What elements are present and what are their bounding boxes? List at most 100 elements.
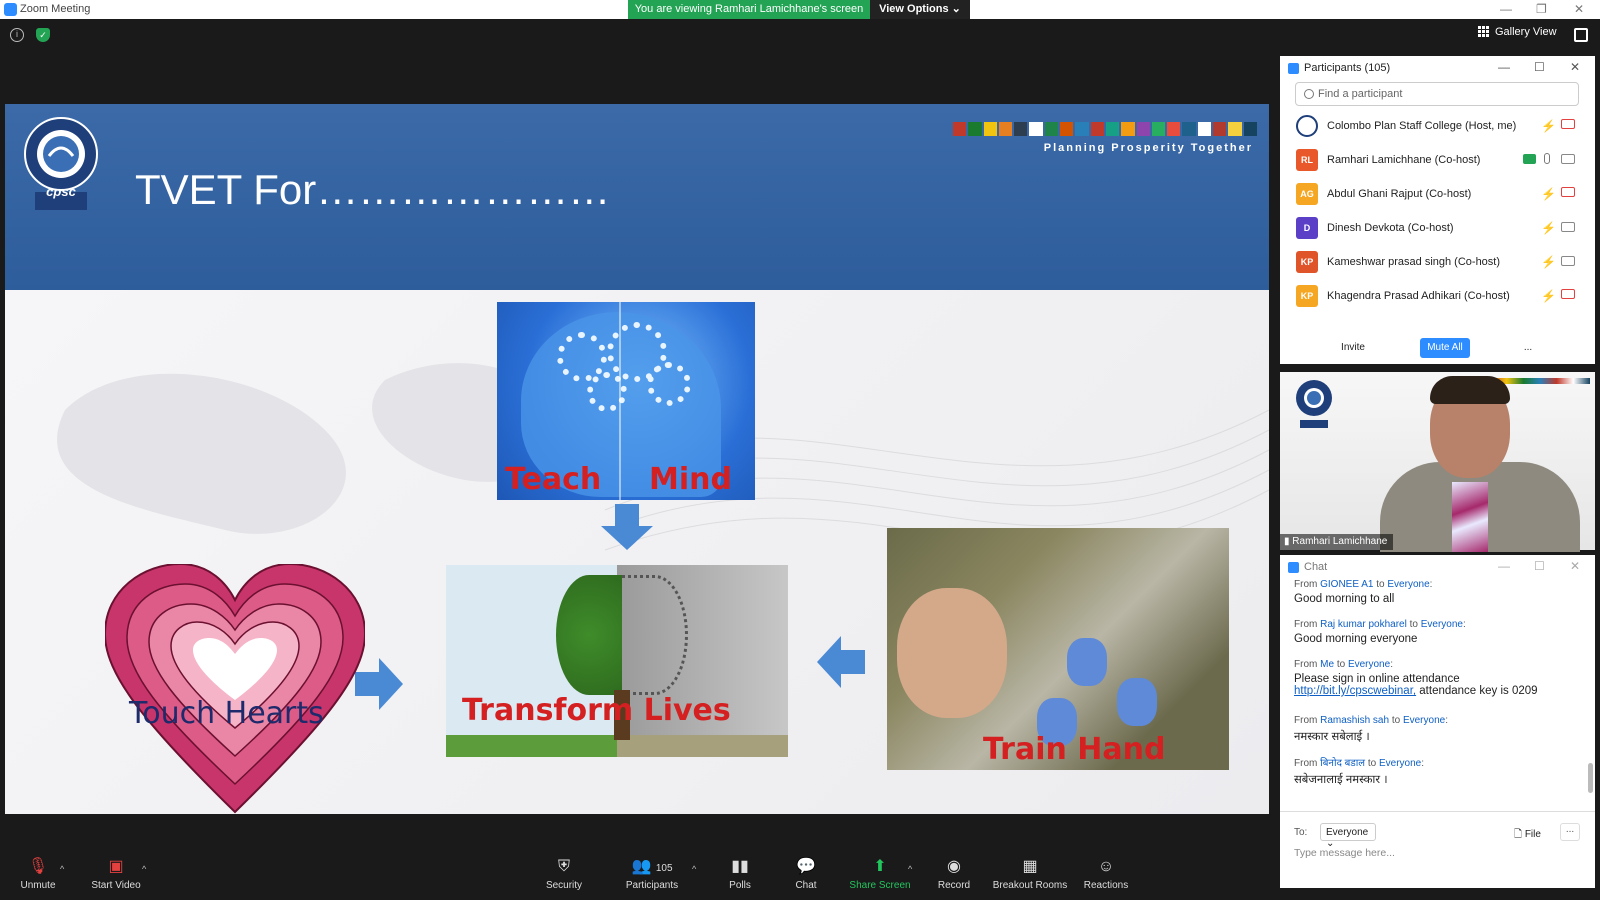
encryption-shield-icon[interactable]: ✓ — [36, 28, 50, 42]
video-tile[interactable]: ▮ Ramhari Lamichhane — [1280, 372, 1595, 552]
microphone-muted-icon[interactable]: ⚡ — [1541, 255, 1556, 269]
video-off-icon[interactable] — [1561, 289, 1575, 299]
share-banner: You are viewing Ramhari Lamichhane's scr… — [628, 0, 870, 19]
share-screen-button[interactable]: ⬆ Share Screen — [838, 858, 922, 891]
chat-sender[interactable]: GIONEE A1 — [1320, 579, 1373, 590]
breakout-rooms-icon: ▦ — [1022, 858, 1038, 875]
flag-icon — [1197, 122, 1212, 136]
close-chat-icon[interactable]: ✕ — [1570, 559, 1580, 573]
slide-title: TVET For………………… — [135, 166, 611, 213]
flag-icon — [1105, 122, 1120, 136]
participant-name: Khagendra Prasad Adhikari (Co-host) — [1327, 290, 1510, 302]
fullscreen-icon[interactable] — [1574, 28, 1588, 42]
chat-text: सबेजनालाई नमस्कार । — [1294, 774, 1388, 786]
chat-text-block: नमस्कार सबेलाई । — [1294, 729, 1589, 744]
caption-train-hand: Train Hand — [983, 732, 1166, 767]
security-button[interactable]: ⛨ Security — [522, 858, 606, 891]
view-options-label: View Options — [879, 3, 949, 15]
chat-message-input[interactable]: Type message here... — [1294, 847, 1395, 859]
chat-bubble-icon: 💬 — [796, 858, 816, 875]
recipient-dropdown[interactable]: Everyone ⌄ — [1320, 823, 1376, 849]
avatar: RL — [1296, 149, 1318, 171]
video-name: Ramhari Lamichhane — [1292, 536, 1388, 547]
tree-canopy-green — [556, 575, 622, 695]
participant-row[interactable]: Colombo Plan Staff College (Host, me) ⚡ — [1280, 110, 1595, 144]
chat-sender[interactable]: Me — [1320, 659, 1334, 670]
chat-text: नमस्कार सबेलाई । — [1294, 731, 1370, 743]
chat-sender[interactable]: Ramashish sah — [1320, 715, 1389, 726]
caption-teach: Teach — [505, 462, 602, 497]
participant-row[interactable]: D Dinesh Devkota (Co-host) ⚡ — [1280, 212, 1595, 246]
participant-row[interactable]: RL Ramhari Lamichhane (Co-host) — [1280, 144, 1595, 178]
gallery-view-button[interactable]: Gallery View — [1478, 26, 1557, 39]
chat-text-block: Good morning everyone — [1294, 633, 1589, 645]
video-options-caret-icon[interactable]: ^ — [142, 864, 146, 874]
participant-search-input[interactable]: Find a participant — [1295, 82, 1579, 106]
participants-caret-icon[interactable]: ^ — [692, 864, 696, 874]
microphone-muted-icon[interactable]: ⚡ — [1541, 289, 1556, 303]
mind-image: Teach Mind — [497, 302, 755, 500]
participant-name: Abdul Ghani Rajput (Co-host) — [1327, 188, 1472, 200]
minimize-panel-icon[interactable]: — — [1498, 60, 1510, 74]
glove — [1117, 678, 1157, 726]
video-off-icon[interactable] — [1561, 187, 1575, 197]
flag-icon — [1060, 122, 1074, 136]
video-camera-icon[interactable] — [1561, 256, 1575, 266]
minimize-chat-icon[interactable]: — — [1498, 559, 1510, 573]
unmute-button[interactable]: 🎙 Unmute — [0, 858, 80, 891]
invite-button[interactable]: Invite — [1330, 338, 1376, 358]
caption-mind: Mind — [649, 462, 732, 497]
video-camera-icon[interactable] — [1561, 222, 1575, 232]
minimize-icon[interactable]: — — [1500, 2, 1512, 16]
close-icon[interactable]: ✕ — [1574, 2, 1584, 16]
arrow-left-icon — [817, 636, 865, 688]
start-video-button[interactable]: ▣ Start Video — [74, 858, 158, 891]
microphone-muted-icon[interactable]: ⚡ — [1541, 119, 1556, 133]
audio-options-caret-icon[interactable]: ^ — [60, 864, 64, 874]
chat-text-block: सबेजनालाई नमस्कार । — [1294, 772, 1589, 787]
chat-text: Please sign in online attendance — [1294, 673, 1460, 685]
heart-icon — [105, 564, 365, 814]
flag-icon — [953, 122, 967, 136]
speaker-hair — [1430, 376, 1510, 404]
close-panel-icon[interactable]: ✕ — [1570, 60, 1580, 74]
video-off-icon[interactable] — [1561, 119, 1575, 129]
breakout-rooms-button[interactable]: ▦ Breakout Rooms — [988, 858, 1072, 891]
chat-sender[interactable]: Raj kumar pokharel — [1320, 619, 1407, 630]
participant-name: Dinesh Devkota (Co-host) — [1327, 222, 1454, 234]
chat-sender[interactable]: बिनोद बडाल — [1320, 758, 1365, 769]
restore-icon[interactable]: ❐ — [1536, 2, 1547, 16]
flag-icon — [1167, 122, 1181, 136]
mute-all-button[interactable]: Mute All — [1420, 338, 1470, 358]
chat-scrollbar[interactable] — [1588, 763, 1593, 793]
file-button[interactable]: 🗋 File — [1514, 827, 1541, 844]
start-video-label: Start Video — [91, 880, 141, 891]
video-camera-icon[interactable] — [1561, 154, 1575, 164]
chat-label: Chat — [795, 880, 817, 891]
microphone-muted-icon[interactable]: ⚡ — [1541, 221, 1556, 235]
flag-icon — [1243, 122, 1257, 136]
participant-row[interactable]: AG Abdul Ghani Rajput (Co-host) ⚡ — [1280, 178, 1595, 212]
to-label: to — [1376, 579, 1385, 590]
chat-recipient: Everyone — [1379, 758, 1422, 769]
participant-row[interactable]: KP Kameshwar prasad singh (Co-host) ⚡ — [1280, 246, 1595, 280]
more-options-button[interactable]: ... — [1518, 338, 1538, 358]
participant-row[interactable]: KP Khagendra Prasad Adhikari (Co-host) ⚡ — [1280, 280, 1595, 314]
info-icon[interactable]: i — [10, 28, 24, 42]
flag-icon — [1090, 122, 1104, 136]
search-placeholder: Find a participant — [1318, 88, 1403, 100]
popout-chat-icon[interactable]: ☐ — [1534, 559, 1545, 573]
view-options-button[interactable]: View Options ⌄ — [870, 0, 970, 19]
chat-more-button[interactable]: ... — [1560, 823, 1580, 841]
microphone-muted-icon[interactable]: ⚡ — [1541, 187, 1556, 201]
record-button[interactable]: ◉ Record — [912, 858, 996, 891]
chat-link[interactable]: http://bit.ly/cpscwebinar, — [1294, 685, 1416, 697]
participants-button[interactable]: 👥 105 Participants — [610, 858, 694, 891]
reactions-button[interactable]: ☺ Reactions — [1064, 858, 1148, 891]
chat-sender-line: From Me to Everyone: — [1294, 659, 1393, 670]
popout-panel-icon[interactable]: ☐ — [1534, 60, 1545, 74]
shield-icon: ⛨ — [557, 858, 570, 875]
cpsc-logo-small — [1296, 380, 1332, 428]
microphone-icon[interactable] — [1544, 153, 1550, 164]
chat-button[interactable]: 💬 Chat — [764, 858, 848, 891]
